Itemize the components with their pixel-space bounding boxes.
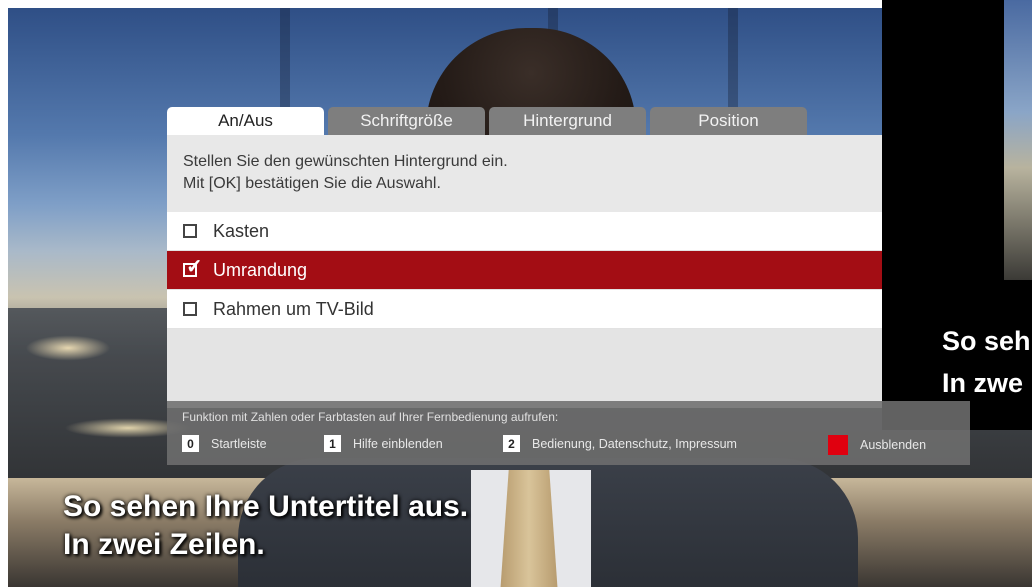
option-label: Umrandung — [213, 259, 308, 280]
presenter-tie — [500, 470, 558, 587]
checkbox-icon[interactable] — [183, 302, 197, 316]
checked-checkbox-icon[interactable]: ✓ — [183, 257, 203, 277]
checkmark-icon: ✓ — [186, 256, 203, 278]
key-1-icon: 1 — [324, 435, 341, 452]
subtitle-line-1: So sehen Ihre Untertitel aus. — [63, 490, 469, 523]
instruction-line-1: Stellen Sie den gewünschten Hintergrund … — [183, 153, 508, 170]
tab-position[interactable]: Position — [650, 107, 807, 135]
preview-line-2: In zwe — [942, 368, 1024, 398]
tab-schriftgroesse[interactable]: Schriftgröße — [328, 107, 485, 135]
option-label: Kasten — [213, 220, 270, 241]
checkbox-icon[interactable] — [183, 224, 197, 238]
subtitle-sample: So sehen Ihre Untertitel aus. In zwei Ze… — [63, 488, 468, 564]
red-square-icon — [828, 435, 848, 455]
option-kasten[interactable]: Kasten — [167, 212, 882, 251]
key-2-bedienung[interactable]: 2 Bedienung, Datenschutz, Impressum — [503, 435, 737, 452]
instruction-line-2: Mit [OK] bestätigen Sie die Auswahl. — [183, 175, 441, 192]
subtitle-settings-dialog: An/Aus Schriftgröße Hintergrund Position… — [167, 107, 882, 408]
option-rahmen-um-tv-bild[interactable]: Rahmen um TV-Bild — [167, 290, 882, 329]
key-label: Bedienung, Datenschutz, Impressum — [532, 436, 737, 451]
panel-empty-area — [167, 329, 882, 408]
key-0-startleiste[interactable]: 0 Startleiste — [182, 435, 267, 452]
red-key-ausblenden[interactable]: Ausblenden — [828, 435, 926, 455]
option-umrandung[interactable]: ✓ Umrandung — [167, 251, 882, 290]
key-label: Ausblenden — [860, 438, 927, 452]
option-label: Rahmen um TV-Bild — [213, 298, 374, 319]
subtitle-line-2: In zwei Zeilen. — [63, 528, 265, 561]
preview-subtitle: So seh In zwe — [942, 320, 1032, 404]
key-0-icon: 0 — [182, 435, 199, 452]
preview-line-1: So seh — [942, 326, 1031, 356]
key-2-icon: 2 — [503, 435, 520, 452]
key-1-hilfe[interactable]: 1 Hilfe einblenden — [324, 435, 443, 452]
tab-hintergrund[interactable]: Hintergrund — [489, 107, 646, 135]
settings-tabs: An/Aus Schriftgröße Hintergrund Position — [167, 107, 882, 135]
key-label: Hilfe einblenden — [353, 436, 443, 451]
instruction-text: Stellen Sie den gewünschten Hintergrund … — [167, 135, 882, 212]
settings-panel: Stellen Sie den gewünschten Hintergrund … — [167, 135, 882, 408]
key-label: Startleiste — [211, 436, 267, 451]
key-bar-hint: Funktion mit Zahlen oder Farbtasten auf … — [182, 410, 559, 424]
remote-key-bar: Funktion mit Zahlen oder Farbtasten auf … — [167, 401, 970, 465]
subtitle-preview-window: So seh In zwe — [882, 0, 1032, 430]
tab-an-aus[interactable]: An/Aus — [167, 107, 324, 135]
preview-tv-picture — [1004, 0, 1032, 280]
